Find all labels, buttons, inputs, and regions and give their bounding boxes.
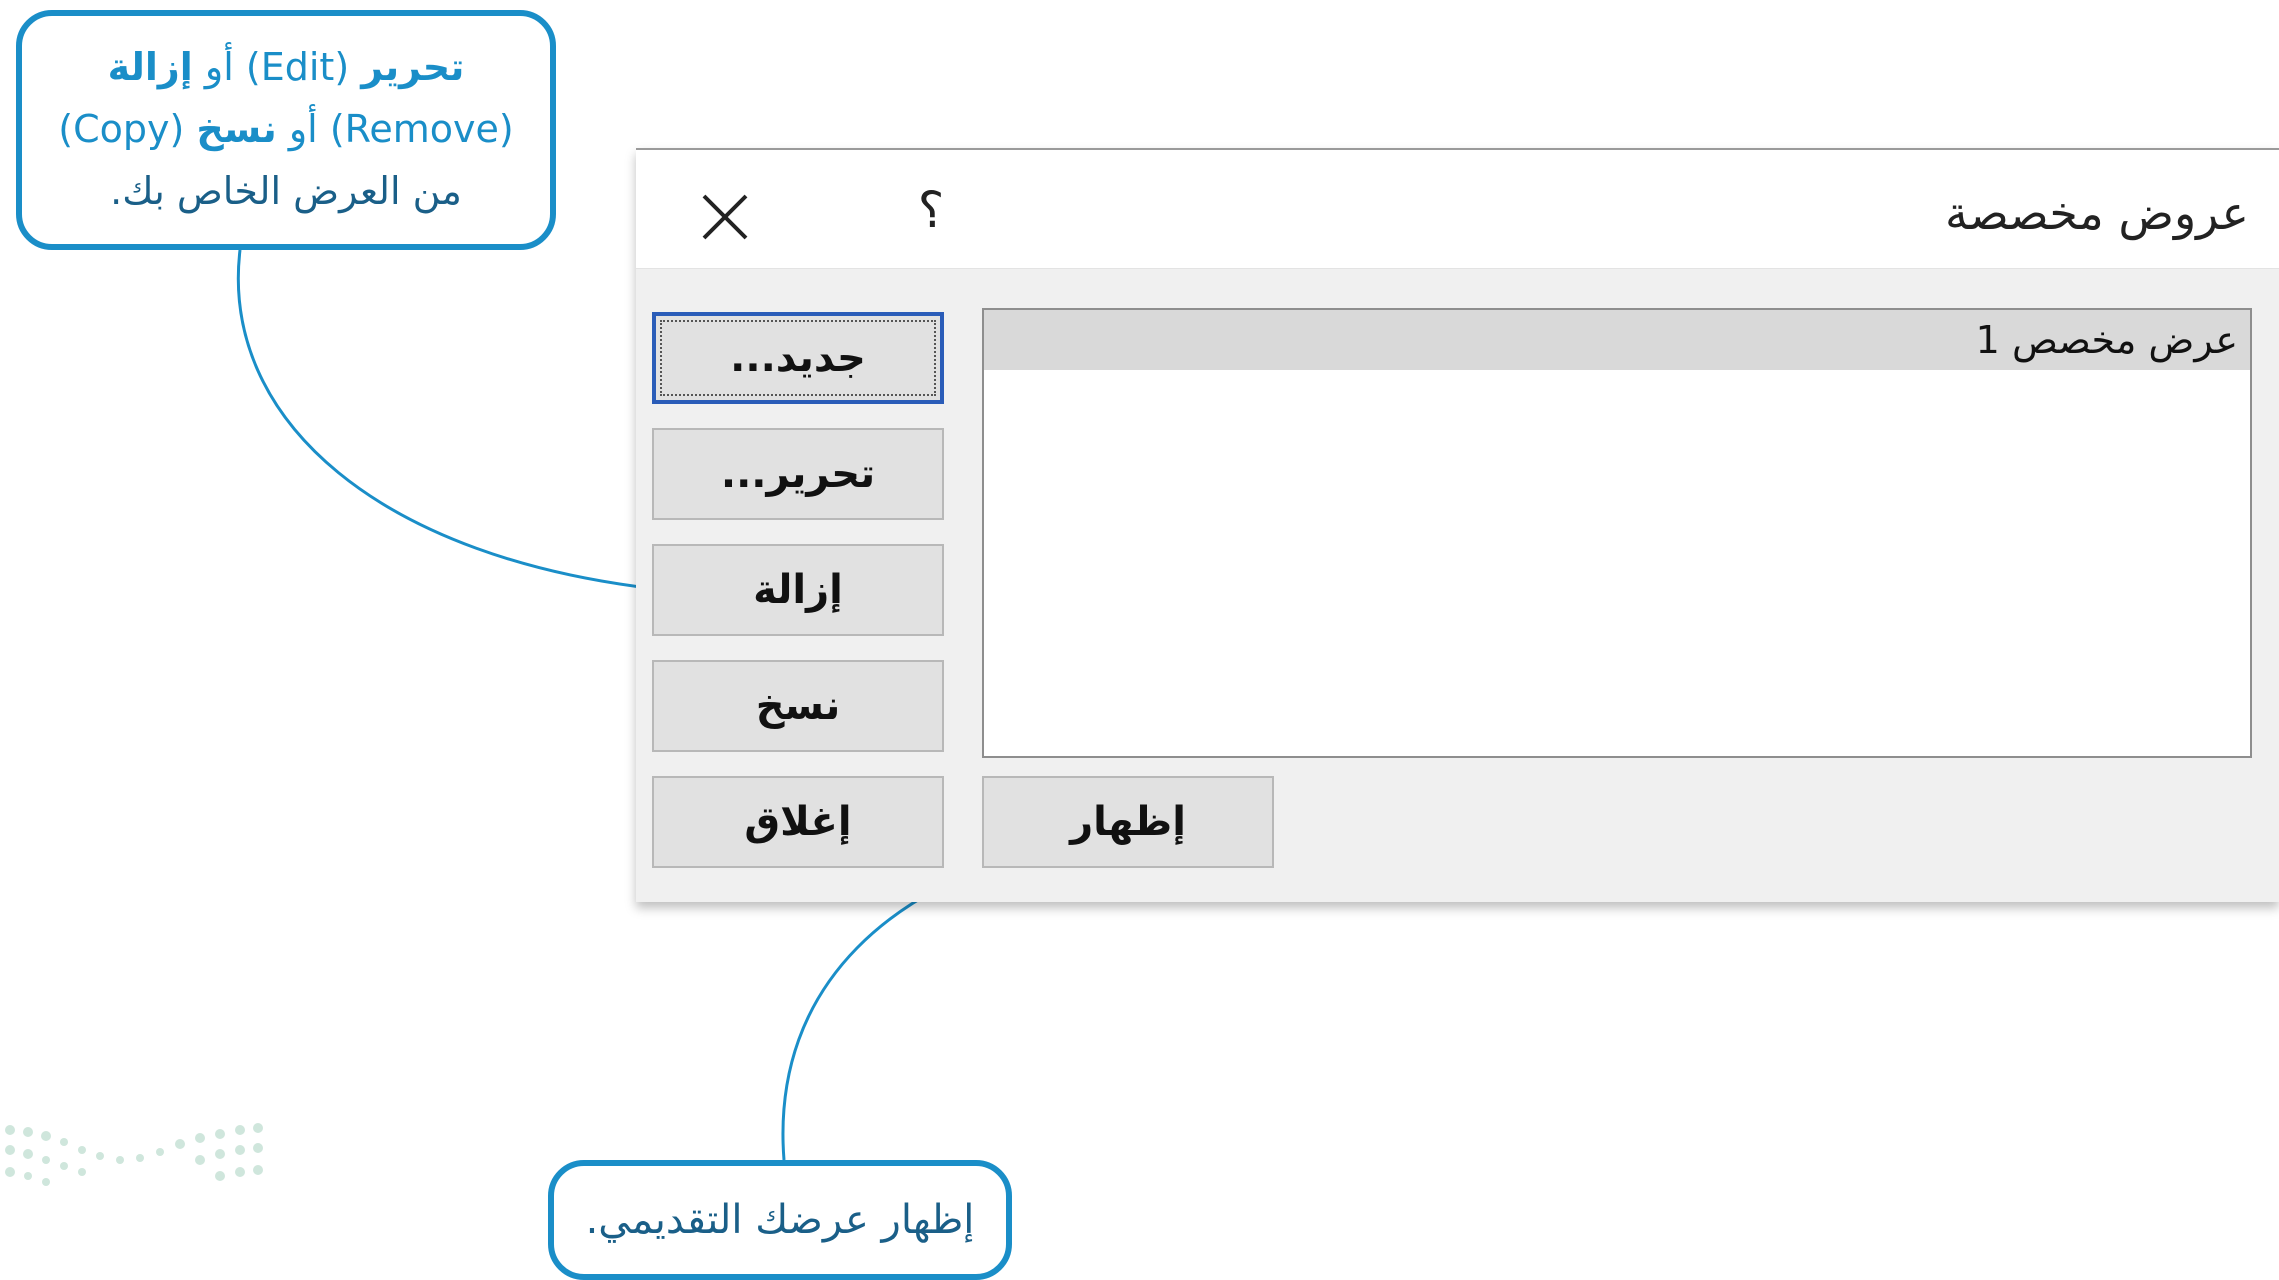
- show-button[interactable]: إظهار: [982, 776, 1274, 868]
- logo-dots-icon: [5, 1123, 263, 1186]
- custom-shows-list[interactable]: عرض مخصص 1: [982, 308, 2252, 758]
- help-icon[interactable]: ؟: [906, 180, 956, 240]
- callout-line-3: من العرض الخاص بك.: [110, 169, 462, 213]
- callout-line-2: (Remove) أو نسخ (Copy): [22, 98, 550, 160]
- edit-button[interactable]: تحرير...: [652, 428, 944, 520]
- callout-bold-edit: تحرير: [361, 45, 465, 89]
- dialog-title: عروض مخصصة: [1944, 186, 2249, 240]
- remove-button[interactable]: إزالة: [652, 544, 944, 636]
- callout-edit-remove-copy: تحرير (Edit) أو إزالة (Remove) أو نسخ (C…: [16, 10, 556, 250]
- callout-text: (Edit) أو: [192, 45, 362, 89]
- callout-bold-copy: نسخ: [196, 107, 277, 151]
- list-item[interactable]: عرض مخصص 1: [984, 310, 2250, 370]
- callout-line-1: تحرير (Edit) أو إزالة: [22, 36, 550, 98]
- callout-show-text: إظهار عرضك التقديمي.: [585, 1197, 975, 1243]
- close-icon[interactable]: [698, 190, 752, 244]
- new-button[interactable]: جديد...: [652, 312, 944, 404]
- close-button[interactable]: إغلاق: [652, 776, 944, 868]
- callout-bold-remove: إزالة: [107, 45, 193, 89]
- connector-edit-remove-copy: [236, 249, 667, 592]
- dialog-titlebar: عروض مخصصة ؟: [636, 150, 2279, 269]
- custom-shows-dialog: عروض مخصصة ؟ عرض مخصص 1 جديد... تحرير...…: [636, 148, 2279, 902]
- copy-button[interactable]: نسخ: [652, 660, 944, 752]
- callout-text: (Copy): [58, 107, 197, 151]
- callout-text: (Remove) أو: [276, 107, 514, 151]
- callout-show: إظهار عرضك التقديمي.: [548, 1160, 1012, 1280]
